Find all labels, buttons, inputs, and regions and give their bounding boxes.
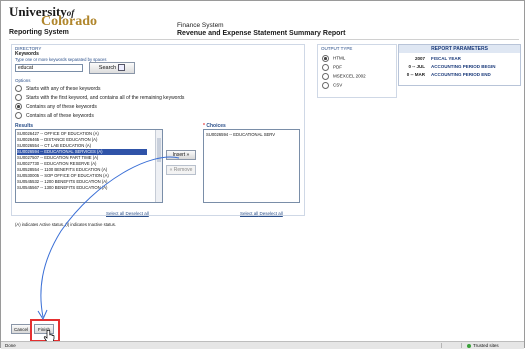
option-contains-all[interactable]: Contains all of these keywords — [15, 112, 94, 119]
status-divider — [461, 343, 462, 348]
report-parameters-panel: REPORT PARAMETERS 2007 FISCAL YEAR 0 -- J… — [398, 44, 521, 86]
report-title: Revenue and Expense Statement Summary Re… — [177, 30, 346, 37]
radio-selected-icon[interactable] — [322, 55, 329, 62]
radio-icon[interactable] — [15, 94, 22, 101]
list-item[interactable]: SU0545567 -- 1300 BENEFITS EDUCATION (A) — [17, 185, 147, 191]
parameter-row: 0 -- MAR ACCOUNTING PERIOD END — [406, 72, 491, 77]
status-divider — [441, 343, 442, 348]
select-all-link[interactable]: Select all — [240, 211, 258, 216]
output-type-panel: OUTPUT TYPE HTML PDF MSEXCEL 2002 CSV — [317, 44, 397, 98]
deselect-all-link[interactable]: Deselect all — [126, 211, 149, 216]
radio-selected-icon[interactable] — [15, 103, 22, 110]
choices-select-links: Select all Deselect all — [240, 211, 283, 216]
trusted-sites-icon — [467, 343, 471, 348]
choices-listbox[interactable]: SU0026594 -- EDUCATIONAL SERV — [203, 129, 300, 203]
remove-button[interactable]: « Remove — [166, 165, 196, 175]
deselect-all-link[interactable]: Deselect all — [260, 211, 283, 216]
results-listbox[interactable]: SU0026427 -- OFFICE OF EDUCATION (A) SU0… — [15, 129, 163, 203]
output-section-label: OUTPUT TYPE — [321, 46, 353, 51]
cancel-button[interactable]: Cancel — [11, 324, 31, 334]
output-html-option[interactable]: HTML — [322, 55, 345, 62]
insert-button[interactable]: Insert » — [166, 150, 196, 160]
results-scrollbar[interactable] — [155, 130, 162, 202]
list-item[interactable]: SU0026594 -- EDUCATIONAL SERV — [206, 132, 275, 137]
scrollbar-thumb[interactable] — [157, 138, 161, 162]
radio-icon[interactable] — [322, 73, 329, 80]
results-select-links: Select all Deselect all — [106, 211, 149, 216]
radio-icon[interactable] — [322, 82, 329, 89]
search-button[interactable]: Search — [89, 62, 135, 74]
parameter-row: 2007 FISCAL YEAR — [414, 56, 461, 61]
system-name: Finance System — [177, 22, 224, 29]
select-all-link[interactable]: Select all — [106, 211, 124, 216]
search-icon — [118, 64, 126, 72]
radio-icon[interactable] — [15, 112, 22, 119]
university-logo: Universityof Colorado Reporting System — [9, 4, 134, 38]
output-pdf-option[interactable]: PDF — [322, 64, 342, 71]
search-button-label: Search — [98, 65, 117, 71]
logo-colorado: Colorado — [41, 14, 97, 29]
options-label: Options — [15, 78, 31, 83]
status-legend-note: (A) indicates Active status. (I) indicat… — [15, 222, 117, 227]
output-csv-option[interactable]: CSV — [322, 82, 342, 89]
option-starts-with-any[interactable]: Starts with any of these keywords — [15, 85, 100, 92]
browser-window: Universityof Colorado Reporting System F… — [0, 0, 525, 349]
option-contains-any[interactable]: Contains any of these keywords — [15, 103, 97, 110]
output-excel-option[interactable]: MSEXCEL 2002 — [322, 73, 366, 80]
option-starts-with-first[interactable]: Starts with the first keyword, and conta… — [15, 94, 184, 101]
parameter-row: 0 -- JUL ACCOUNTING PERIOD BEGIN — [408, 64, 496, 69]
radio-icon[interactable] — [15, 85, 22, 92]
radio-icon[interactable] — [322, 64, 329, 71]
reporting-system-title: Reporting System — [9, 29, 69, 36]
keywords-input[interactable]: educat — [15, 64, 83, 72]
report-parameters-title: REPORT PARAMETERS — [399, 45, 520, 53]
header-divider — [9, 39, 519, 40]
directory-panel: DIRECTORY Keywords Type one or more keyw… — [11, 44, 305, 227]
